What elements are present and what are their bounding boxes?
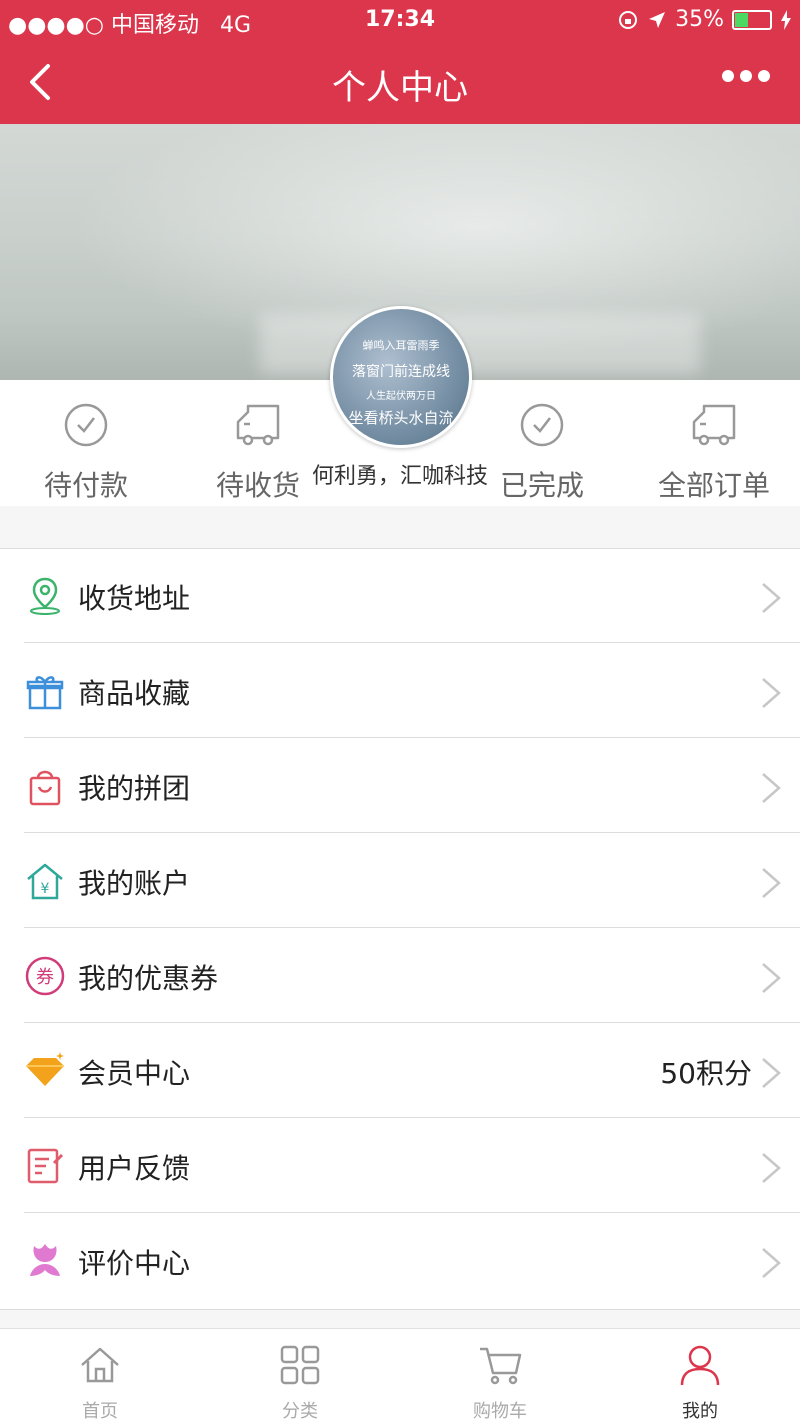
user-name: 何利勇，汇咖科技 (311, 464, 488, 489)
tab-mine[interactable]: 我的 (600, 1329, 800, 1423)
menu-label: 评价中心 (78, 1247, 191, 1280)
tab-cart[interactable]: 购物车 (400, 1329, 600, 1423)
menu-label: 收货地址 (78, 582, 191, 615)
order-label: 全部订单 (657, 469, 770, 502)
chevron-right-icon (762, 773, 781, 803)
chevron-right-icon (762, 868, 781, 898)
battery-percent: 35% (675, 7, 724, 32)
svg-text:¥: ¥ (41, 881, 50, 897)
rotation-lock-icon (619, 10, 638, 29)
page-title: 个人中心 (332, 68, 468, 108)
avatar-text-line: 坐看桥头水自流 (348, 409, 454, 427)
tab-home[interactable]: 首页 (0, 1329, 200, 1423)
tab-label: 分类 (282, 1401, 318, 1422)
menu-item-membership[interactable]: 会员中心 50积分 (0, 1024, 800, 1118)
tab-bar: 首页 分类 购物车 我的 (0, 1328, 800, 1423)
avatar-text-line: 人生起伏两万日 (366, 391, 436, 402)
location-pin-icon (30, 577, 60, 615)
chevron-right-icon (762, 678, 781, 708)
chevron-right-icon (762, 1153, 781, 1183)
feedback-icon (27, 1148, 64, 1184)
menu-item-reviews[interactable]: 评价中心 (0, 1214, 800, 1308)
menu-label: 我的拼团 (78, 772, 191, 805)
menu-item-account[interactable]: ¥ 我的账户 (0, 834, 800, 928)
svg-text:券: 券 (36, 967, 54, 988)
check-circle-icon (520, 403, 564, 447)
charging-icon (781, 9, 791, 30)
cart-icon (480, 1347, 522, 1385)
tab-label: 我的 (682, 1401, 718, 1422)
order-all[interactable]: 全部订单 (624, 380, 800, 506)
truck-icon (236, 404, 280, 446)
order-label: 待付款 (43, 469, 128, 502)
truck-icon (692, 404, 736, 446)
avatar-text-line: 蝉鸣入耳雷雨季 (362, 339, 440, 352)
points-value: 50积分 (660, 1057, 752, 1090)
status-bar: ●●●●○ 中国移动 4G 17:34 35% (0, 0, 800, 40)
grid-icon (280, 1345, 320, 1385)
diamond-icon (26, 1052, 64, 1086)
home-icon (81, 1347, 119, 1383)
tab-label: 购物车 (473, 1401, 527, 1422)
menu-label: 商品收藏 (78, 677, 191, 710)
menu-item-favorites[interactable]: 商品收藏 (0, 644, 800, 738)
menu-label: 用户反馈 (78, 1152, 191, 1185)
flower-icon (30, 1244, 60, 1276)
tab-category[interactable]: 分类 (200, 1329, 400, 1423)
menu-label: 我的优惠券 (78, 962, 219, 995)
coupon-icon: 券 (25, 956, 65, 996)
menu-item-shipping-address[interactable]: 收货地址 (0, 549, 800, 643)
avatar[interactable]: 蝉鸣入耳雷雨季 落窗门前连成线 人生起伏两万日 坐看桥头水自流 (330, 306, 472, 448)
nav-bar: 个人中心 (0, 40, 800, 124)
order-pending-payment[interactable]: 待付款 (0, 380, 176, 506)
user-icon (680, 1345, 720, 1386)
menu-item-group-buy[interactable]: 我的拼团 (0, 739, 800, 833)
menu-label: 会员中心 (78, 1057, 191, 1090)
tab-label: 首页 (82, 1401, 118, 1422)
chevron-right-icon (762, 963, 781, 993)
menu-item-coupons[interactable]: 券 我的优惠券 (0, 929, 800, 1023)
chevron-right-icon (762, 1058, 781, 1088)
chevron-right-icon (762, 1248, 781, 1278)
chevron-right-icon (762, 583, 781, 613)
menu-label: 我的账户 (78, 867, 191, 900)
more-options-icon[interactable] (722, 70, 770, 82)
battery-icon (732, 9, 772, 30)
gift-icon (26, 676, 64, 710)
location-arrow-icon (649, 11, 666, 28)
avatar-text-line: 落窗门前连成线 (352, 364, 450, 380)
house-yen-icon: ¥ (27, 863, 63, 900)
check-circle-icon (64, 403, 108, 447)
menu-list: 收货地址 商品收藏 我的拼团 ¥ 我的账户 券 我的优惠券 会员中心 50积分 … (0, 548, 800, 1310)
menu-item-feedback[interactable]: 用户反馈 (0, 1119, 800, 1213)
shopping-bag-icon (29, 770, 61, 806)
